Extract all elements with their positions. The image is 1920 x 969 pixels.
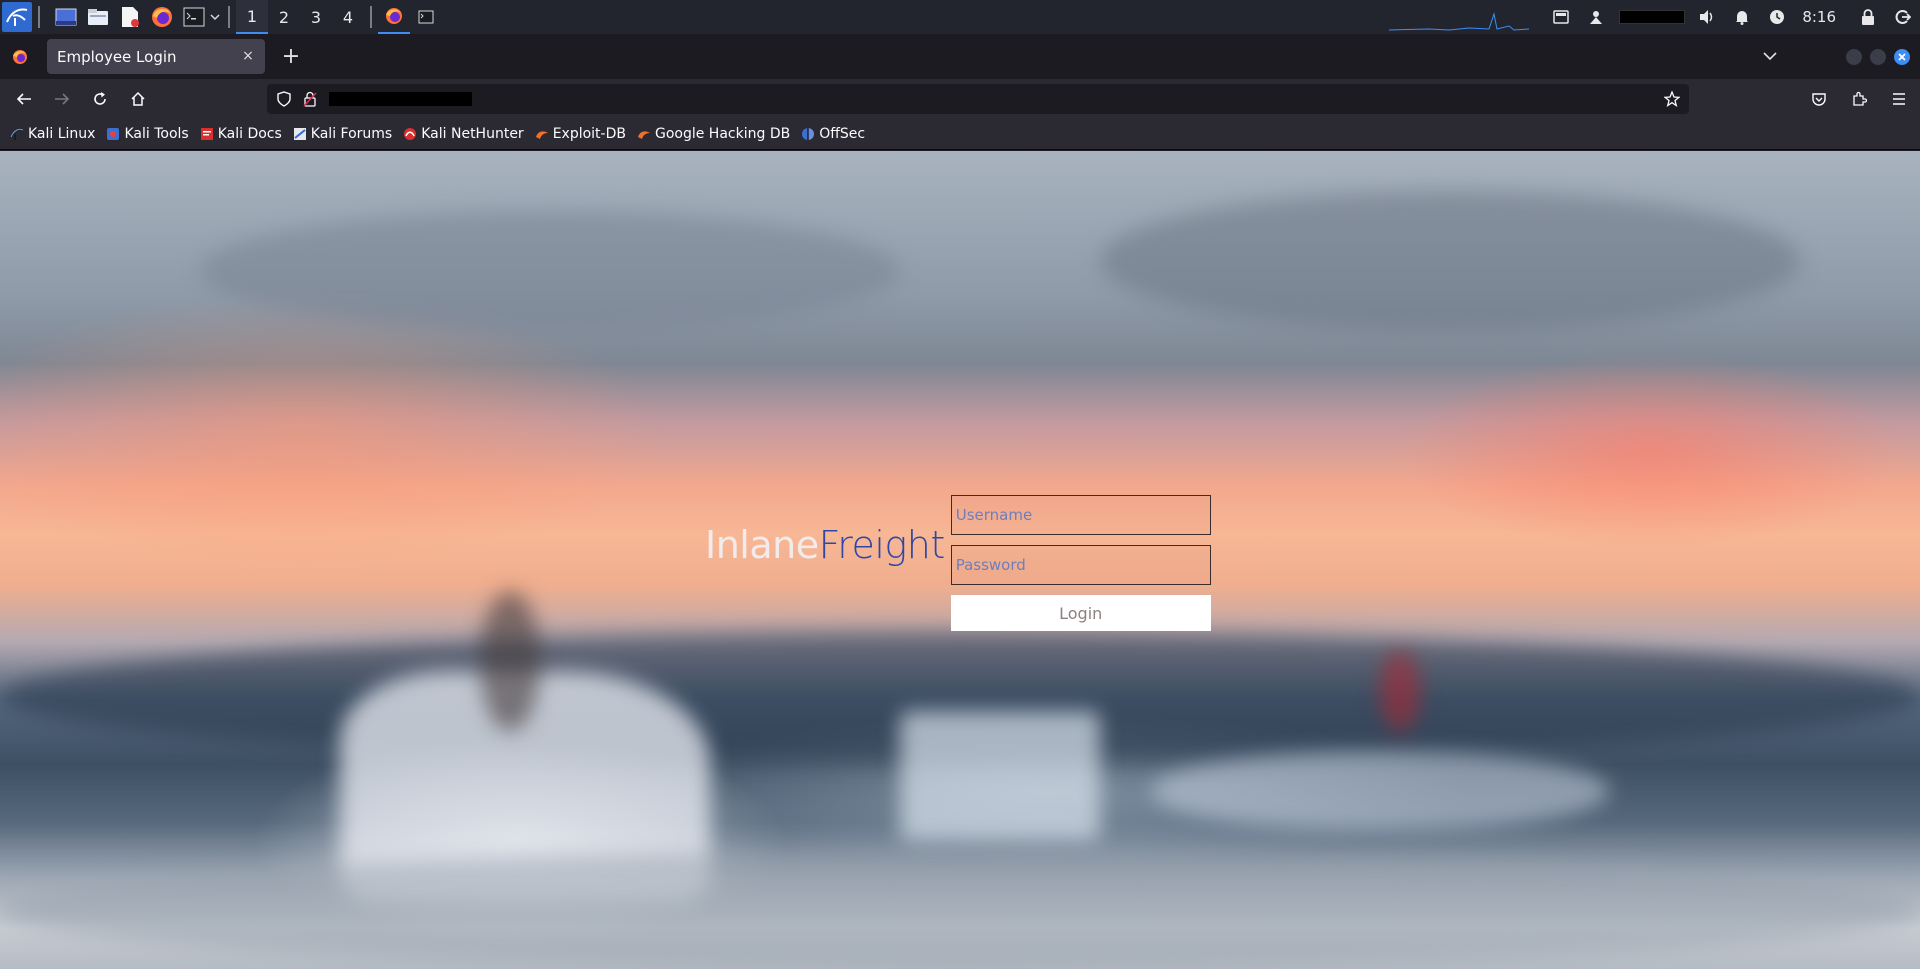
background-red-tower — [1380, 651, 1420, 731]
terminal-task-icon[interactable] — [410, 0, 442, 34]
bookmark-kali-forums[interactable]: Kali Forums — [293, 126, 392, 142]
offsec-icon — [801, 127, 815, 141]
kali-forums-icon — [293, 127, 307, 141]
bookmark-google-hacking-db[interactable]: Google Hacking DB — [637, 126, 790, 142]
text-editor-icon[interactable] — [118, 5, 142, 29]
insecure-lock-icon[interactable] — [297, 84, 323, 114]
background-cloud — [200, 211, 900, 331]
chevron-down-icon[interactable] — [208, 5, 222, 29]
background-water — [0, 851, 1920, 969]
bookmark-label: Google Hacking DB — [654, 126, 791, 142]
background-cloud — [1100, 191, 1800, 331]
bookmark-label: Kali Linux — [28, 126, 96, 142]
background-house — [1150, 751, 1610, 831]
bookmark-offsec[interactable]: OffSec — [801, 126, 865, 142]
exploit-db-icon — [535, 127, 549, 141]
brand-name-part1: Inlane — [705, 523, 819, 567]
bookmark-label: Kali NetHunter — [421, 126, 524, 142]
bookmark-label: Kali Docs — [217, 126, 282, 142]
workspace-1[interactable]: 1 — [236, 0, 268, 34]
panel-separator — [38, 6, 40, 28]
bookmark-label: Kali Forums — [310, 126, 393, 142]
top-panel: 1 2 3 4 8:16 — [0, 0, 1920, 34]
panel-tray: 8:16 — [1389, 0, 1920, 34]
bookmark-kali-linux[interactable]: Kali Linux — [10, 126, 95, 142]
logout-icon[interactable] — [1890, 0, 1916, 34]
notification-bell-icon[interactable] — [1729, 0, 1755, 34]
browser-tab-bar: Employee Login × + — [0, 34, 1920, 79]
maximize-button[interactable] — [1870, 48, 1886, 65]
kali-tools-icon — [106, 127, 120, 141]
bookmark-label: OffSec — [819, 126, 866, 142]
home-icon[interactable] — [121, 82, 155, 116]
new-tab-button[interactable]: + — [273, 39, 309, 75]
bookmark-kali-nethunter[interactable]: Kali NetHunter — [403, 126, 524, 142]
window-close-button[interactable] — [1894, 48, 1910, 65]
bookmark-star-icon[interactable] — [1661, 88, 1683, 110]
panel-separator — [370, 6, 372, 28]
lock-icon[interactable] — [1855, 0, 1881, 34]
clock[interactable]: 8:16 — [1802, 8, 1836, 26]
browser-nav-bar — [0, 79, 1920, 119]
tab-employee-login[interactable]: Employee Login × — [47, 39, 265, 74]
minimize-button[interactable] — [1846, 48, 1862, 65]
extensions-icon[interactable] — [1842, 82, 1876, 116]
panel-separator — [228, 6, 230, 28]
username-field[interactable]: Username — [950, 495, 1211, 535]
brand-name-part2: Freight — [818, 523, 946, 567]
back-icon[interactable] — [7, 82, 41, 116]
desktop-icon[interactable] — [54, 5, 78, 29]
workspace-2[interactable]: 2 — [268, 0, 300, 34]
tab-title: Employee Login — [57, 47, 177, 66]
background-church — [900, 711, 1100, 841]
redacted-ip — [1619, 10, 1686, 24]
bookmark-exploit-db[interactable]: Exploit-DB — [535, 126, 626, 142]
volume-icon[interactable] — [1694, 0, 1720, 34]
brand-logo: InlaneFreight — [705, 525, 945, 565]
nethunter-icon — [403, 127, 417, 141]
bookmark-kali-docs[interactable]: Kali Docs — [200, 126, 282, 142]
bookmark-label: Exploit-DB — [552, 126, 626, 142]
pocket-icon[interactable] — [1802, 82, 1836, 116]
bookmark-label: Kali Tools — [124, 126, 189, 142]
firefox-icon[interactable] — [150, 5, 174, 29]
firefox-view-icon[interactable] — [0, 34, 40, 79]
firefox-task-icon[interactable] — [378, 0, 410, 34]
reload-icon[interactable] — [83, 82, 117, 116]
forward-icon[interactable] — [45, 82, 79, 116]
tracking-protection-icon[interactable] — [271, 84, 297, 114]
password-field[interactable]: Password — [950, 545, 1211, 585]
bookmarks-toolbar: Kali Linux Kali Tools Kali Docs Kali For… — [0, 119, 1920, 150]
kali-docs-icon — [200, 127, 214, 141]
vpn-icon[interactable] — [1583, 0, 1609, 34]
power-manager-icon[interactable] — [1764, 0, 1790, 34]
login-button[interactable]: Login — [950, 595, 1211, 631]
kali-menu-icon[interactable] — [2, 2, 32, 32]
redacted-url — [329, 92, 472, 106]
url-bar[interactable] — [267, 84, 1689, 114]
close-icon[interactable]: × — [239, 47, 257, 65]
ghdb-icon — [637, 127, 651, 141]
login-form: Username Password Login — [950, 495, 1211, 631]
screenshot-icon[interactable] — [1548, 0, 1574, 34]
file-manager-icon[interactable] — [86, 5, 110, 29]
hamburger-menu-icon[interactable] — [1882, 82, 1916, 116]
page-background: InlaneFreight Username Password Login — [0, 151, 1920, 969]
bookmark-kali-tools[interactable]: Kali Tools — [106, 126, 189, 142]
kali-icon — [10, 127, 24, 141]
workspace-4[interactable]: 4 — [332, 0, 364, 34]
background-ferry-mast — [480, 591, 540, 731]
workspace-3[interactable]: 3 — [300, 0, 332, 34]
login-panel: InlaneFreight Username Password Login — [705, 495, 1211, 631]
network-graph — [1389, 2, 1530, 32]
terminal-icon[interactable] — [182, 5, 206, 29]
list-all-tabs-icon[interactable] — [1752, 39, 1788, 75]
